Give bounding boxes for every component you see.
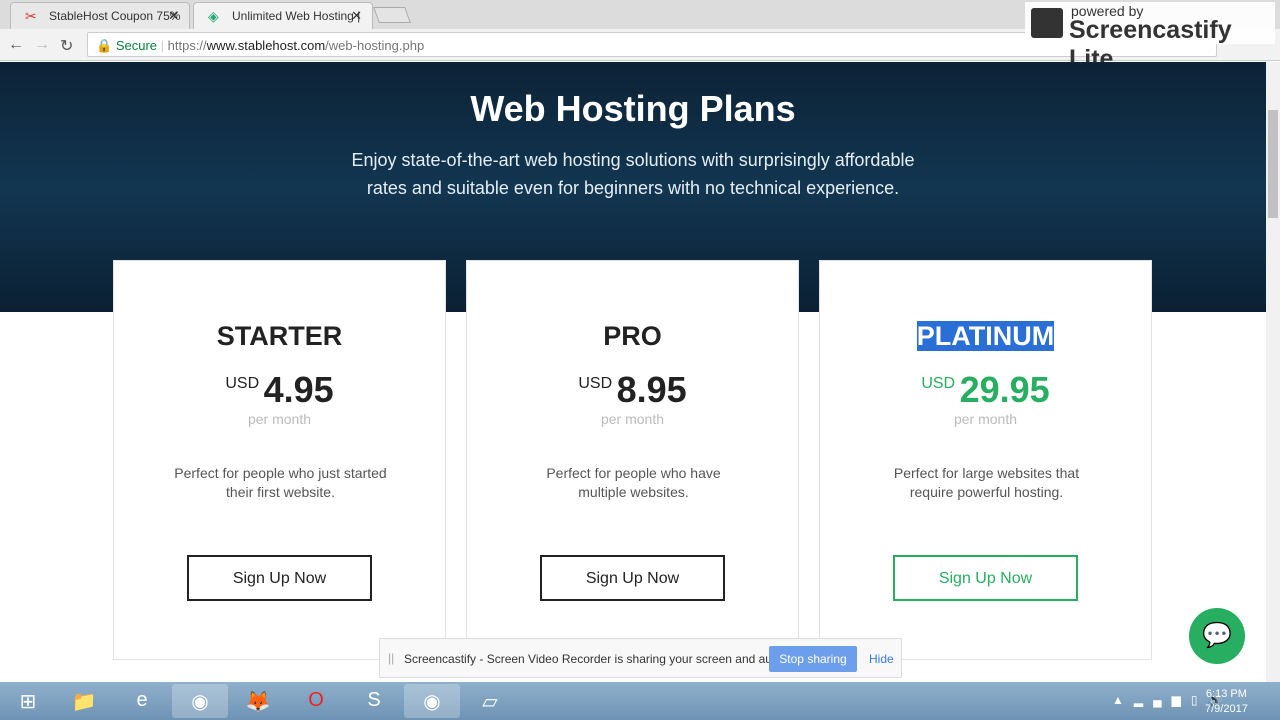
close-tab-icon[interactable]: ✕ [351,8,362,24]
film-icon [1031,8,1063,38]
time: 6:13 PM [1205,688,1247,700]
plan-price: USD 29.95 [820,369,1151,411]
screencastify-watermark: powered by Screencastify Lite [1025,2,1275,73]
plan-description: Perfect for people who have multiple web… [546,465,721,500]
price-amount: 4.95 [263,369,334,410]
scissors-icon: ✂ [25,8,37,24]
page-content: Web Hosting Plans Enjoy state-of-the-art… [0,62,1266,682]
file-explorer-icon[interactable]: 📁 [56,684,112,718]
tab-unlimited-web-hosting[interactable]: ◈ Unlimited Web Hosting | ✕ [193,2,373,29]
new-tab-button[interactable] [373,7,411,23]
url-scheme: https:// [167,38,207,53]
scrollbar-thumb[interactable] [1268,110,1278,218]
drag-handle-icon[interactable]: || [388,651,394,665]
sign-up-button[interactable]: Sign Up Now [187,555,372,601]
price-period: per month [953,411,1018,427]
stop-sharing-button[interactable]: Stop sharing [769,646,857,672]
plan-name: PRO [603,321,662,351]
price-period: per month [247,411,312,427]
notepad-icon[interactable]: ▱ [462,684,518,718]
chrome-app-icon[interactable]: ◉ [404,684,460,718]
plan-description: Perfect for large websites that require … [893,465,1080,500]
sign-up-button[interactable]: Sign Up Now [893,555,1078,601]
internet-explorer-icon[interactable]: e [114,684,170,718]
page-subtitle: Enjoy state-of-the-art web hosting solut… [351,150,915,198]
opera-icon[interactable]: O [288,684,344,718]
lock-icon: 🔒 [96,38,113,53]
selected-text: PLATINUM [916,321,1055,351]
page-title: Web Hosting Plans [470,88,796,129]
sign-up-button[interactable]: Sign Up Now [540,555,725,601]
forward-icon[interactable]: → [34,36,50,54]
url-host: www.stablehost.com [206,38,326,53]
skype-icon[interactable]: S [346,684,402,718]
page-scrollbar[interactable] [1266,62,1280,682]
secure-label: Secure [115,38,158,53]
clock[interactable]: 6:13 PM 7/9/2017 [1205,687,1248,717]
plan-price: USD 4.95 [114,369,445,411]
price-period: per month [600,411,665,427]
plan-card-starter: STARTER USD 4.95 per month Perfect for p… [113,260,446,660]
tab-title: Unlimited Web Hosting | [232,9,361,23]
screen-sharing-bar: || Screencastify - Screen Video Recorder… [379,638,902,678]
sharing-message: Screencastify - Screen Video Recorder is… [404,652,792,666]
hide-button[interactable]: Hide [869,652,894,666]
chrome-icon[interactable]: ◉ [172,684,228,718]
price-amount: 8.95 [616,369,687,410]
plan-name: PLATINUM [820,321,1151,352]
plan-price: USD 8.95 [467,369,798,411]
close-tab-icon[interactable]: ✕ [168,8,179,24]
url-path: /web-hosting.php [325,38,425,53]
show-hidden-icons-icon[interactable]: ▲ [1112,693,1134,707]
plan-card-platinum: PLATINUM USD 29.95 per month Perfect for… [819,260,1152,660]
plan-name: STARTER [216,321,343,351]
start-button[interactable]: ⊞ [0,684,56,718]
currency: USD [921,375,956,392]
tab-title: StableHost Coupon 75% [49,9,181,23]
currency: USD [578,375,613,392]
plan-card-pro: PRO USD 8.95 per month Perfect for peopl… [466,260,799,660]
chat-button[interactable]: 💬 [1189,608,1245,664]
plan-description: Perfect for people who just started thei… [174,465,387,500]
date: 7/9/2017 [1205,703,1248,715]
tab-stablehost-coupon[interactable]: ✂ StableHost Coupon 75% ✕ [10,2,190,29]
currency: USD [225,375,260,392]
windows-taskbar: ⊞ 📁 e ◉ 🦊 O S ◉ ▱ ▲▂▄▆▯🔊 6:13 PM 7/9/2017 [0,682,1280,720]
firefox-icon[interactable]: 🦊 [230,684,286,718]
stablehost-favicon-icon: ◈ [208,8,219,24]
price-amount: 29.95 [959,369,1050,410]
reload-icon[interactable]: ↻ [60,36,73,56]
chat-icon: 💬 [1202,622,1232,649]
back-icon[interactable]: ← [8,36,24,54]
network-icon[interactable]: ▂▄▆ [1134,693,1191,707]
